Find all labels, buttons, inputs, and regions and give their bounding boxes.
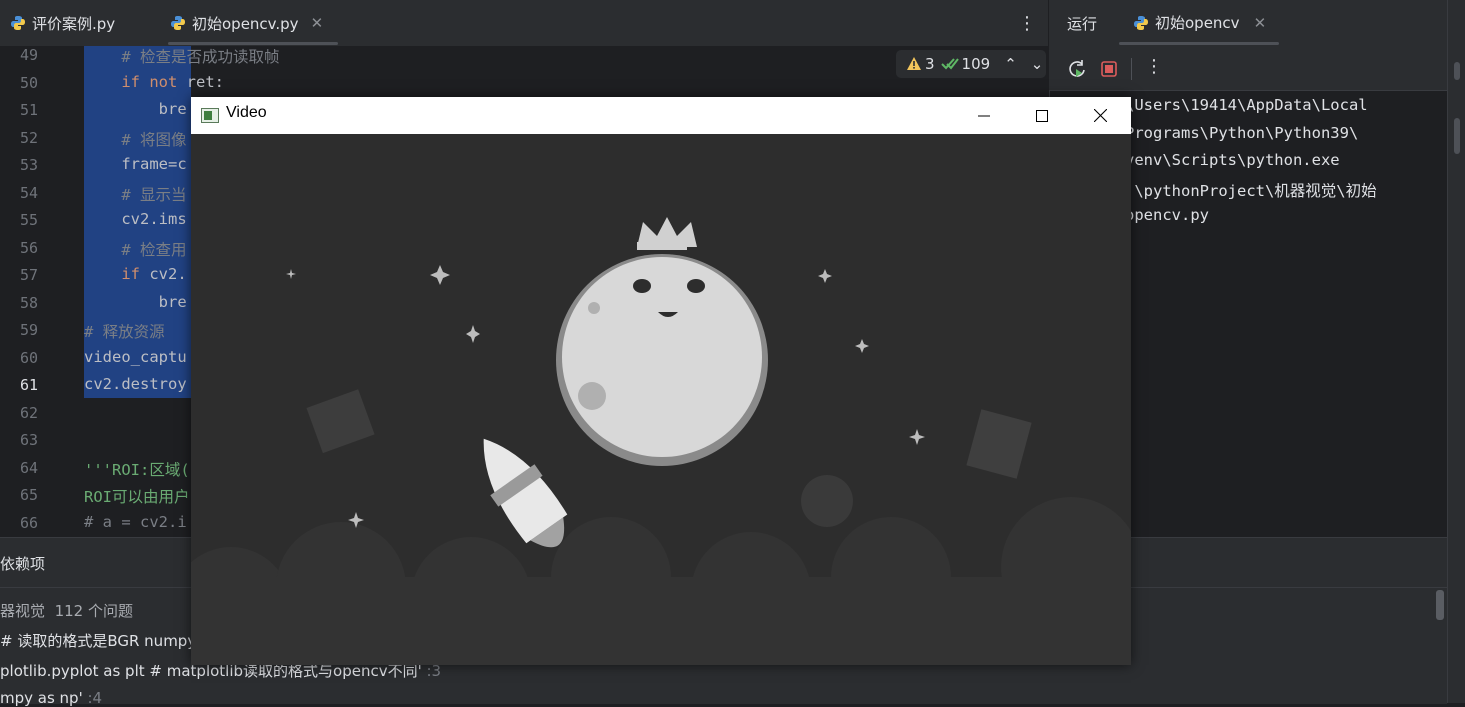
scrollbar-thumb[interactable] <box>1454 118 1460 154</box>
warning-count: 3 <box>925 55 935 73</box>
chevron-down-icon[interactable]: ⌄ <box>1031 55 1044 73</box>
close-icon[interactable]: ✕ <box>311 14 324 32</box>
line-number: 65 <box>19 486 38 504</box>
line-number: 64 <box>19 459 38 477</box>
video-window-title: Video <box>226 104 267 121</box>
code-line[interactable]: '''ROI:区域( <box>84 458 190 480</box>
problem-text: mpy as np' <box>0 689 83 707</box>
code-line[interactable]: # a = cv2.i <box>84 513 187 531</box>
video-frame <box>191 134 1131 665</box>
more-tabs-icon[interactable]: ⋮ <box>1018 0 1036 46</box>
code-line[interactable]: ROI可以由用户 <box>84 485 190 507</box>
line-number: 51 <box>19 101 38 119</box>
line-number: 61 <box>19 376 38 394</box>
code-line[interactable]: # 将图像 <box>84 128 186 150</box>
python-file-icon <box>1134 15 1148 30</box>
close-window-button[interactable] <box>1071 97 1129 134</box>
check-icon <box>940 58 959 70</box>
line-number: 55 <box>19 211 38 229</box>
stop-icon[interactable] <box>1100 60 1118 78</box>
video-window[interactable] <box>191 97 1131 665</box>
line-number: 54 <box>19 184 38 202</box>
inspection-widget[interactable]: 3 109 ⌃ ⌄ <box>896 50 1046 78</box>
code-line[interactable]: if not ret: <box>84 73 224 91</box>
maximize-icon <box>1036 109 1048 122</box>
problems-panel-title[interactable]: 依赖项 <box>0 553 45 574</box>
run-config-tab[interactable]: 初始opencv ✕ <box>1133 12 1266 33</box>
problem-line: :4 <box>87 689 103 707</box>
more-icon[interactable]: ⋮ <box>1145 56 1163 77</box>
code-line[interactable]: # 显示当 <box>84 183 186 205</box>
keyword: if <box>121 265 140 283</box>
problem-item[interactable]: # 读取的格式是BGR numpy' <box>0 630 200 651</box>
run-tab-indicator <box>1119 42 1279 45</box>
code-line[interactable]: if cv2. <box>84 265 186 283</box>
tab-evaluation-case[interactable]: 评价案例.py <box>10 0 115 46</box>
line-number: 66 <box>19 514 38 532</box>
console-line: :\pythonProject\机器视觉\初始 <box>1125 182 1377 200</box>
minimize-icon <box>978 115 990 116</box>
line-number: 63 <box>19 431 38 449</box>
maximize-button[interactable] <box>1013 97 1071 134</box>
problem-item[interactable]: mpy as np' :4 <box>0 689 102 707</box>
line-number: 50 <box>19 74 38 92</box>
right-tool-strip <box>1447 0 1465 703</box>
code-line[interactable]: bre <box>84 293 187 311</box>
close-icon[interactable]: ✕ <box>1254 14 1267 32</box>
line-number: 52 <box>19 129 38 147</box>
python-file-icon <box>11 16 25 30</box>
code-line[interactable]: # 释放资源 <box>84 320 165 342</box>
line-number: 49 <box>19 46 38 64</box>
code-line[interactable]: # 检查是否成功读取帧 <box>84 45 279 67</box>
scope-name: 器视觉 <box>0 602 46 620</box>
problem-count: 112 个问题 <box>54 602 133 620</box>
warning-icon <box>907 57 921 70</box>
run-tab-bar: 运行 初始opencv ✕ <box>1049 0 1447 46</box>
console-line: opencv.py <box>1125 206 1209 224</box>
code-line[interactable]: # 检查用 <box>84 238 186 260</box>
tab-opencv[interactable]: 初始opencv.py ✕ <box>170 0 323 46</box>
chevron-up-icon[interactable]: ⌃ <box>1004 55 1017 73</box>
code-line[interactable]: frame=c <box>84 155 186 173</box>
line-number: 59 <box>19 321 38 339</box>
minimize-button[interactable] <box>955 97 1013 134</box>
problem-text: # 读取的格式是BGR numpy' <box>0 632 201 650</box>
line-number: 62 <box>19 404 38 422</box>
code-line[interactable]: video_captu <box>84 348 187 366</box>
console-line: Programs\Python\Python39\ <box>1125 124 1359 142</box>
keyword: if not <box>121 73 178 91</box>
code-line[interactable]: bre <box>84 100 187 118</box>
problems-scrollbar[interactable] <box>1436 590 1444 620</box>
rerun-icon[interactable] <box>1067 59 1087 79</box>
toolbar-divider <box>1131 58 1132 80</box>
code-line[interactable]: cv2.ims <box>84 210 186 228</box>
code-line[interactable]: cv2.destroy <box>84 375 187 393</box>
run-tab[interactable]: 运行 <box>1067 13 1097 34</box>
tab-label: 评价案例.py <box>32 14 116 33</box>
console-line: \Users\19414\AppData\Local <box>1125 96 1368 114</box>
problems-scope[interactable]: 器视觉 112 个问题 <box>0 600 133 621</box>
scroll-marker <box>1454 62 1460 80</box>
close-icon <box>1093 109 1107 122</box>
run-config-label: 初始opencv <box>1155 14 1240 32</box>
film-reel-icon <box>801 475 853 527</box>
line-number: 60 <box>19 349 38 367</box>
console-line: venv\Scripts\python.exe <box>1125 151 1340 169</box>
tab-label: 初始opencv.py <box>192 14 299 33</box>
moon-character-icon <box>556 254 768 466</box>
line-number: 53 <box>19 156 38 174</box>
line-number: 57 <box>19 266 38 284</box>
python-file-icon <box>171 16 185 30</box>
line-number: 58 <box>19 294 38 312</box>
line-number: 56 <box>19 239 38 257</box>
editor-tab-bar: 评价案例.py 初始opencv.py ✕ ⋮ <box>0 0 1048 47</box>
window-app-icon <box>201 108 219 123</box>
run-toolbar: ⋮ <box>1049 46 1447 91</box>
check-count: 109 <box>961 55 991 73</box>
